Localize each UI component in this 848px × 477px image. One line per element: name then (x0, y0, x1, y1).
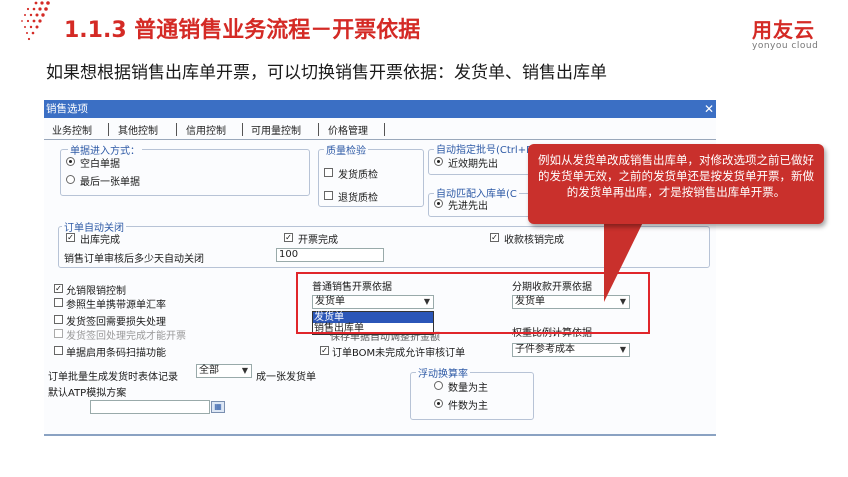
dialog-title-bar: 销售选项 ✕ (44, 100, 716, 118)
callout-note: 例如从发货单改成销售出库单，对修改选项之前已做好的发货单无效，之前的发货单还是按… (528, 144, 824, 224)
checkbox-source-rate[interactable] (54, 298, 63, 307)
checkbox-outbound-complete[interactable]: ✓ (66, 233, 75, 242)
checkbox-return-qc-label: 退货质检 (338, 193, 378, 204)
checkbox-source-rate-label: 参照生单携带源单汇率 (66, 300, 166, 311)
checkbox-sales-restriction-label: 允销限销控制 (66, 286, 126, 297)
checkbox-sales-restriction[interactable]: ✓ (54, 284, 63, 293)
checkbox-bom-incomplete[interactable]: ✓ (320, 346, 329, 355)
close-icon[interactable]: ✕ (704, 100, 714, 118)
radio-pieces-primary[interactable] (434, 399, 443, 408)
radio-last-document[interactable] (66, 175, 75, 184)
slide-subtitle: 如果想根据销售出库单开票，可以切换销售开票依据：发货单、销售出库单 (46, 63, 607, 83)
checkbox-shipping-qc-label: 发货质检 (338, 170, 378, 181)
calendar-icon[interactable]: ▦ (211, 401, 225, 413)
dialog-title: 销售选项 (46, 103, 88, 115)
tab-business-control[interactable]: 业务控制 (52, 122, 92, 137)
tab-separator (108, 123, 109, 136)
radio-quantity-primary[interactable] (434, 381, 443, 390)
tab-availability-control[interactable]: 可用量控制 (251, 122, 301, 137)
tab-separator (318, 123, 319, 136)
checkbox-loss-handling-label: 发货签回需要损失处理 (66, 317, 166, 328)
callout-text: 例如从发货单改成销售出库单，对修改选项之前已做好的发货单无效，之前的发货单还是按… (538, 153, 814, 199)
callout-pointer-icon (604, 212, 648, 302)
checkbox-bom-incomplete-label: 订单BOM未完成允许审核订单 (332, 348, 466, 359)
checkbox-loss-handling[interactable] (54, 315, 63, 324)
tab-divider (44, 139, 716, 140)
float-conversion-legend: 浮动换算率 (416, 365, 470, 380)
radio-near-expiry-first-label: 近效期先出 (448, 159, 498, 170)
auto-close-days-label: 销售订单审核后多少天自动关闭 (64, 254, 204, 265)
checkbox-signback-invoice[interactable] (54, 329, 63, 338)
radio-last-document-label: 最后一张单据 (80, 177, 140, 188)
slide-title: 1.1.3 普通销售业务流程－开票依据 (64, 18, 421, 43)
auto-close-days-input[interactable]: 100 (276, 248, 384, 262)
checkbox-outbound-complete-label: 出库完成 (80, 235, 120, 246)
chevron-down-icon: ▼ (241, 366, 248, 375)
radio-fifo-label: 先进先出 (448, 201, 488, 212)
logo-main-text: 用友云 (752, 18, 815, 42)
tab-other-control[interactable]: 其他控制 (118, 122, 158, 137)
atp-scheme-input[interactable] (90, 400, 210, 414)
yonyou-logo: 用友云 yonyou cloud (752, 14, 834, 51)
checkbox-barcode-scan[interactable] (54, 346, 63, 355)
checkbox-signback-invoice-label: 发货签回处理完成才能开票 (66, 331, 186, 342)
checkbox-invoice-complete[interactable]: ✓ (284, 233, 293, 242)
radio-blank-document-label: 空白单据 (80, 159, 120, 170)
radio-quantity-primary-label: 数量为主 (448, 383, 488, 394)
checkbox-return-qc[interactable] (324, 191, 333, 200)
tab-separator (176, 123, 177, 136)
radio-fifo[interactable] (434, 199, 443, 208)
batch-gen-select[interactable]: 全部 ▼ (196, 364, 252, 378)
weight-basis-value: 子件参考成本 (515, 344, 575, 355)
checkbox-collection-complete-label: 收款核销完成 (504, 235, 564, 246)
checkbox-shipping-qc[interactable] (324, 168, 333, 177)
quality-check-legend: 质量检验 (324, 142, 368, 157)
batch-gen-suffix-label: 成一张发货单 (256, 372, 316, 383)
weight-basis-select[interactable]: 子件参考成本 ▼ (512, 343, 630, 357)
chevron-down-icon: ▼ (619, 345, 626, 354)
tab-separator (242, 123, 243, 136)
tab-credit-control[interactable]: 信用控制 (186, 122, 226, 137)
tab-price-management[interactable]: 价格管理 (328, 122, 368, 137)
batch-gen-prefix-label: 订单批量生成发货时表体记录 (48, 372, 178, 383)
batch-number-legend: 自动指定批号(Ctrl+B) (434, 141, 539, 156)
radio-near-expiry-first[interactable] (434, 157, 443, 166)
atp-scheme-label: 默认ATP模拟方案 (48, 388, 127, 399)
checkbox-barcode-scan-label: 单据启用条码扫描功能 (66, 348, 166, 359)
checkbox-invoice-complete-label: 开票完成 (298, 235, 338, 246)
checkbox-collection-complete[interactable]: ✓ (490, 233, 499, 242)
tab-separator (384, 123, 385, 136)
radio-blank-document[interactable] (66, 157, 75, 166)
logo-sub-text: yonyou cloud (752, 41, 819, 51)
radio-pieces-primary-label: 件数为主 (448, 401, 488, 412)
decorative-dots-icon (21, 1, 50, 41)
batch-gen-value: 全部 (199, 365, 219, 376)
